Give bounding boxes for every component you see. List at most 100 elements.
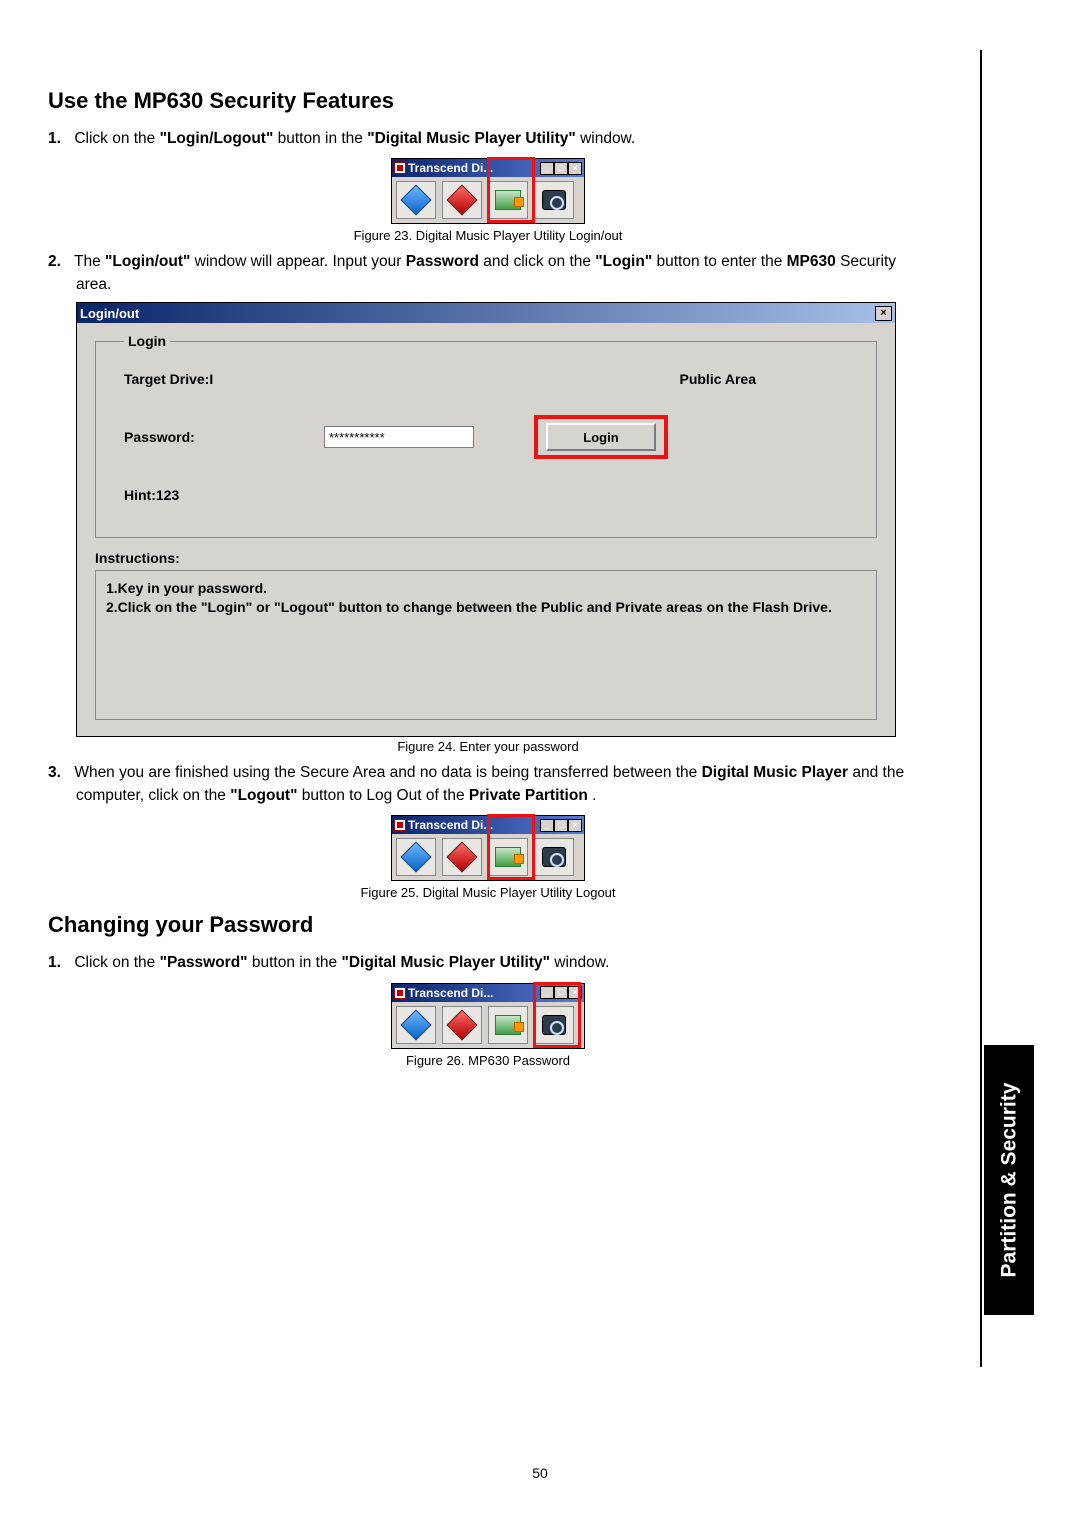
safe-icon: [495, 1015, 521, 1035]
toolbar-btn-1[interactable]: [396, 181, 436, 219]
figure-23-caption: Figure 23. Digital Music Player Utility …: [48, 228, 928, 243]
password-button[interactable]: [534, 1006, 574, 1044]
step-2-t1: The: [74, 253, 105, 270]
close-button[interactable]: ×: [568, 162, 582, 175]
utility-window-fig25: Transcend Di... _ □ ×: [391, 815, 585, 881]
lens-icon: [542, 190, 566, 210]
diamond-icon: [400, 842, 431, 873]
figure-25: Transcend Di... _ □ ×: [48, 815, 928, 881]
safe-icon: [495, 847, 521, 867]
step-1-text-b: button in the: [278, 130, 368, 147]
side-tab: Partition & Security: [984, 1045, 1034, 1315]
lens-icon: [542, 1015, 566, 1035]
sec2-step-1-a: Click on the: [74, 954, 159, 971]
step-3-num: 3.: [48, 762, 70, 784]
login-button[interactable]: Login: [546, 423, 656, 451]
toolbar-btn-2[interactable]: [442, 1006, 482, 1044]
side-tab-label: Partition & Security: [997, 1083, 1021, 1278]
dialog-close-button[interactable]: ×: [875, 306, 892, 321]
step-3-t3: button to Log Out of the: [302, 787, 469, 804]
red-diamond-icon: [446, 185, 477, 216]
instructions-box: 1.Key in your password. 2.Click on the "…: [95, 570, 877, 720]
step-3-b3: Private Partition: [469, 787, 588, 804]
maximize-button[interactable]: □: [554, 986, 568, 999]
figure-23: Transcend Di... _ □ ×: [48, 158, 928, 224]
red-diamond-icon: [446, 842, 477, 873]
step-3-t1: When you are finished using the Secure A…: [74, 764, 701, 781]
utility-titlebar-25: Transcend Di... _ □ ×: [392, 816, 584, 834]
toolbar-btn-1[interactable]: [396, 1006, 436, 1044]
sec2-step-1-d: window.: [554, 954, 609, 971]
step-1-bold-1: "Login/Logout": [160, 130, 274, 147]
step-2-t3: and click on the: [483, 253, 595, 270]
lens-icon: [542, 847, 566, 867]
maximize-button[interactable]: □: [554, 819, 568, 832]
password-button[interactable]: [534, 838, 574, 876]
dialog-titlebar: Login/out ×: [77, 303, 895, 323]
password-input[interactable]: [324, 426, 474, 448]
figure-25-caption: Figure 25. Digital Music Player Utility …: [48, 885, 928, 900]
step-3-b2: "Logout": [230, 787, 297, 804]
sec2-step-1-num: 1.: [48, 952, 70, 974]
step-1-num: 1.: [48, 128, 70, 150]
minimize-button[interactable]: _: [540, 819, 554, 832]
step-2-t2: window will appear. Input your: [195, 253, 406, 270]
section-title-password: Changing your Password: [48, 912, 928, 938]
sec2-step-1-c: button in the: [252, 954, 342, 971]
section-title-security: Use the MP630 Security Features: [48, 88, 928, 114]
dialog-title: Login/out: [80, 306, 139, 321]
step-2-b3: "Login": [595, 253, 652, 270]
login-legend: Login: [124, 333, 170, 349]
hint-label: Hint:123: [124, 487, 324, 503]
diamond-icon: [400, 185, 431, 216]
step-2: 2. The "Login/out" window will appear. I…: [76, 251, 928, 296]
step-1-text-c: window.: [580, 130, 635, 147]
step-3-t4: .: [592, 787, 596, 804]
toolbar-btn-1[interactable]: [396, 838, 436, 876]
app-icon: [394, 987, 406, 999]
step-1-text-a: Click on the: [74, 130, 159, 147]
figure-24-caption: Figure 24. Enter your password: [48, 739, 928, 754]
step-1: 1. Click on the "Login/Logout" button in…: [76, 128, 928, 150]
password-button[interactable]: [534, 181, 574, 219]
safe-icon: [495, 190, 521, 210]
instructions-line2: 2.Click on the "Login" or "Logout" butto…: [106, 598, 866, 617]
utility-titlebar-26: Transcend Di... _ □ ×: [392, 984, 584, 1002]
step-3-b1: Digital Music Player: [702, 764, 848, 781]
step-2-t4: button to enter the: [657, 253, 787, 270]
login-logout-button[interactable]: [488, 181, 528, 219]
toolbar-btn-2[interactable]: [442, 838, 482, 876]
password-label: Password:: [124, 429, 324, 445]
close-button[interactable]: ×: [568, 819, 582, 832]
target-drive-label: Target Drive:I: [124, 371, 324, 387]
instructions-label: Instructions:: [95, 550, 877, 566]
login-fieldset: Login Target Drive:I Public Area Passwor…: [95, 333, 877, 538]
step-2-num: 2.: [48, 251, 70, 273]
utility-toolbar: [392, 177, 584, 223]
utility-title: Transcend Di...: [408, 161, 493, 175]
diamond-icon: [400, 1009, 431, 1040]
login-dialog: Login/out × Login Target Drive:I Public …: [76, 302, 896, 737]
page-number: 50: [0, 1465, 1080, 1481]
utility-title-26: Transcend Di...: [408, 986, 493, 1000]
utility-titlebar: Transcend Di... _ □ ×: [392, 159, 584, 177]
app-icon: [394, 162, 406, 174]
login-logout-button[interactable]: [488, 1006, 528, 1044]
sec2-step-1: 1. Click on the "Password" button in the…: [76, 952, 928, 974]
app-icon: [394, 819, 406, 831]
document-content: Use the MP630 Security Features 1. Click…: [48, 88, 928, 1068]
utility-title-25: Transcend Di...: [408, 818, 493, 832]
sec2-step-1-b1: "Password": [160, 954, 248, 971]
page-right-rule: [980, 50, 982, 1367]
toolbar-btn-2[interactable]: [442, 181, 482, 219]
login-logout-button[interactable]: [488, 838, 528, 876]
minimize-button[interactable]: _: [540, 162, 554, 175]
close-button[interactable]: ×: [568, 986, 582, 999]
step-2-b1: "Login/out": [105, 253, 190, 270]
maximize-button[interactable]: □: [554, 162, 568, 175]
minimize-button[interactable]: _: [540, 986, 554, 999]
sec2-step-1-b2: "Digital Music Player Utility": [341, 954, 550, 971]
login-button-highlight: Login: [534, 415, 668, 459]
utility-window-fig23: Transcend Di... _ □ ×: [391, 158, 585, 224]
utility-toolbar-26: [392, 1002, 584, 1048]
